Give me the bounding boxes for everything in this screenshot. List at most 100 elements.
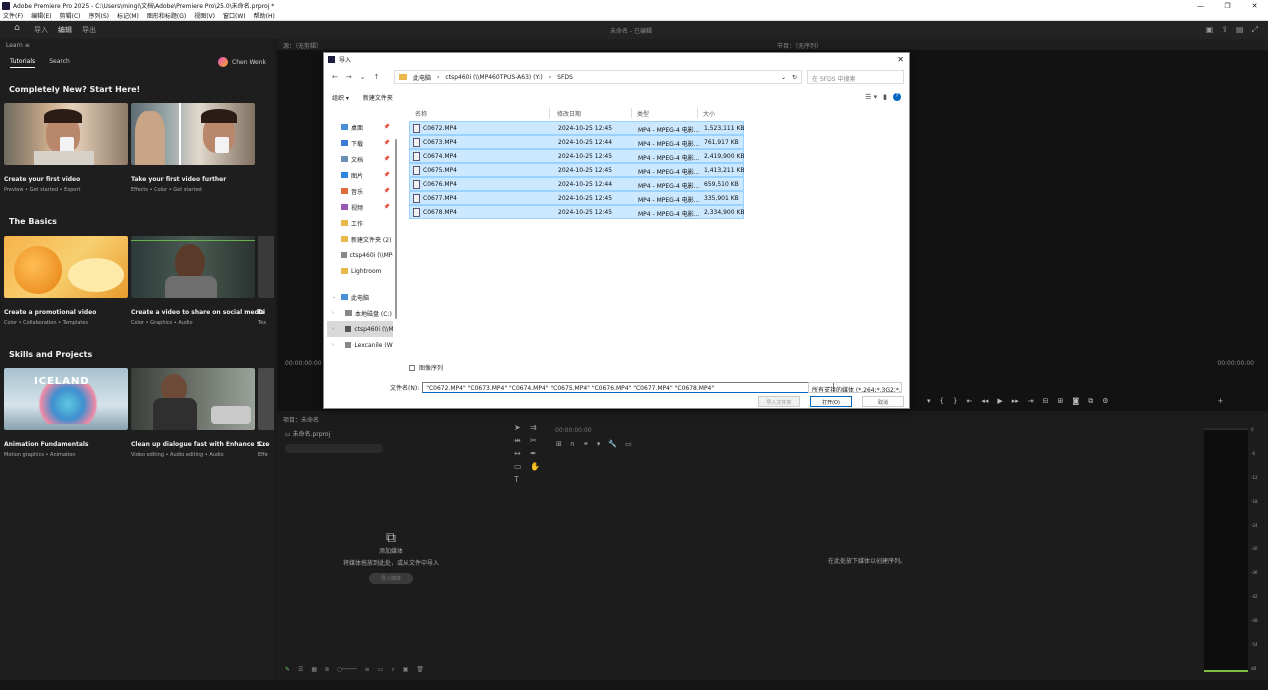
chevron-down-icon[interactable]: ⌄ [332, 294, 336, 300]
program-timecode[interactable]: 00:00:00:00 [1217, 360, 1254, 367]
hand-tool-icon[interactable]: ✋ [530, 462, 542, 471]
quick-export-icon[interactable]: ▤ [1236, 25, 1244, 35]
play-icon[interactable]: ▶ [997, 397, 1002, 406]
menu-view[interactable]: 视图(V) [194, 11, 215, 20]
tutorial-card[interactable]: Cre Effe [258, 368, 274, 458]
camera-icon[interactable]: ◙ [1072, 397, 1079, 406]
zoom-slider[interactable]: ○──── [337, 666, 357, 674]
file-row[interactable]: C0677.MP4 2024-10-25 12:45 MP4 - MPEG-4 电影… [409, 191, 744, 205]
dialog-search-input[interactable]: 在 SFDS 中搜索 [807, 70, 904, 84]
menu-sequence[interactable]: 序列(S) [89, 11, 110, 20]
close-icon[interactable]: ✕ [897, 55, 904, 64]
menu-edit[interactable]: 编辑(E) [31, 11, 51, 20]
file-row[interactable]: C0676.MP4 2024-10-25 12:44 MP4 - MPEG-4 电影… [409, 177, 744, 191]
sidebar-location[interactable]: 下载 📌 [327, 135, 393, 151]
rectangle-tool-icon[interactable]: ▭ [514, 462, 526, 471]
icon-view-icon[interactable]: ▦ [311, 666, 317, 674]
sidebar-location[interactable]: 工作 [327, 215, 393, 231]
maximize-button[interactable]: ❐ [1214, 2, 1241, 10]
find-icon[interactable]: ⌕ [391, 666, 394, 674]
sidebar-location[interactable]: 桌面 📌 [327, 119, 393, 135]
trash-icon[interactable]: 🗑 [416, 666, 424, 674]
extract-icon[interactable]: ⊞ [1058, 397, 1064, 406]
new-folder-button[interactable]: 新建文件夹 [363, 93, 393, 102]
tab-export[interactable]: 导出 [82, 25, 96, 35]
pin-icon[interactable]: 📌 [384, 124, 390, 130]
marker-icon[interactable]: ▾ [927, 397, 931, 406]
new-item-icon[interactable]: ▣ [403, 666, 409, 674]
captions-icon[interactable]: ▭ [625, 440, 632, 448]
sidebar-location[interactable]: 音乐 📌 [327, 183, 393, 199]
help-icon[interactable]: ? [893, 93, 901, 101]
file-row[interactable]: C0673.MP4 2024-10-25 12:44 MP4 - MPEG-4 电影… [409, 135, 744, 149]
menu-help[interactable]: 帮助(H) [254, 11, 275, 20]
new-bin-icon[interactable]: ▭ [378, 666, 384, 674]
preview-pane-icon[interactable]: ▮ [883, 93, 887, 101]
pin-icon[interactable]: 📌 [384, 188, 390, 194]
up-icon[interactable]: ↑ [374, 73, 380, 81]
cancel-button[interactable]: 取消 [862, 396, 904, 407]
menu-file[interactable]: 文件(F) [3, 11, 23, 20]
share-icon[interactable]: ⇪ [1221, 25, 1228, 35]
pencil-icon[interactable]: ✎ [285, 666, 290, 674]
sidebar-location[interactable]: 视频 📌 [327, 199, 393, 215]
menu-window[interactable]: 窗口(W) [223, 11, 246, 20]
go-to-in-icon[interactable]: ⇤ [966, 397, 972, 406]
column-size[interactable]: 大小 [703, 109, 715, 118]
file-type-select[interactable]: 所有支持的媒体 (*.264;*.3G2;*. [808, 382, 902, 393]
close-window-button[interactable]: ✕ [1241, 2, 1268, 10]
program-monitor-title[interactable]: 节目：（无序列） [777, 41, 822, 50]
sidebar-location[interactable]: Lightroom [327, 263, 393, 279]
home-icon[interactable]: ⌂ [10, 23, 24, 37]
pin-icon[interactable]: 📌 [384, 204, 390, 210]
open-button[interactable]: 打开(O) [810, 396, 852, 407]
tab-import[interactable]: 导入 [34, 25, 48, 35]
linked-selection-icon[interactable]: ⚭ [583, 440, 589, 448]
pin-icon[interactable]: 📌 [384, 156, 390, 162]
tab-edit[interactable]: 编辑 [58, 25, 72, 35]
menu-markers[interactable]: 标记(M) [117, 11, 139, 20]
tutorial-card[interactable]: Create a promotional video Color • Colla… [4, 236, 128, 326]
file-row[interactable]: C0675.MP4 2024-10-25 12:45 MP4 - MPEG-4 电影… [409, 163, 745, 177]
minimize-button[interactable]: — [1187, 2, 1214, 10]
breadcrumb-this-pc[interactable]: 此电脑 [413, 73, 431, 82]
project-search-input[interactable] [285, 444, 383, 453]
view-menu-icon[interactable]: ☰ ▾ [865, 93, 877, 101]
lift-icon[interactable]: ⊟ [1043, 397, 1049, 406]
image-sequence-option[interactable]: 图像序列 [409, 363, 443, 372]
sidebar-location[interactable]: ctsp460i (\\MP460 [327, 247, 393, 263]
refresh-icon[interactable]: ↻ [792, 74, 797, 81]
file-row[interactable]: C0674.MP4 2024-10-25 12:45 MP4 - MPEG-4 电影… [409, 149, 745, 163]
out-point-icon[interactable]: } [953, 397, 957, 406]
recent-locations-icon[interactable]: ⌄ [360, 73, 366, 81]
menu-graphics[interactable]: 图形和标题(G) [147, 11, 186, 20]
source-monitor-title[interactable]: 源：（无剪辑） [283, 43, 322, 50]
sidebar-location[interactable]: ⌄ 此电脑 [327, 289, 393, 305]
selection-tool-icon[interactable]: ➤ [514, 423, 526, 432]
column-type[interactable]: 类型 [637, 109, 649, 118]
type-tool-icon[interactable]: T [514, 475, 526, 484]
sidebar-scrollbar[interactable] [394, 119, 398, 359]
tab-tutorials[interactable]: Tutorials [10, 58, 36, 68]
compare-icon[interactable]: ⧉ [1088, 397, 1093, 406]
menu-clip[interactable]: 剪辑(C) [60, 11, 81, 20]
nest-icon[interactable]: ⊞ [556, 440, 562, 448]
step-back-icon[interactable]: ◂◂ [981, 397, 988, 406]
address-bar[interactable]: 此电脑 › ctsp460i (\\MP460TPUS-A63) (Y:) › … [394, 70, 802, 84]
sidebar-location[interactable]: 文档 📌 [327, 151, 393, 167]
file-row[interactable]: C0678.MP4 2024-10-25 12:45 MP4 - MPEG-4 电影… [409, 205, 745, 219]
snap-icon[interactable]: ∩ [570, 440, 575, 448]
add-button-icon[interactable]: + [1217, 397, 1223, 406]
fullscreen-icon[interactable]: ⤢ [1252, 25, 1258, 35]
tutorial-card[interactable]: Create a video to share on social media … [131, 236, 265, 326]
ripple-edit-icon[interactable]: ⇹ [514, 436, 526, 445]
tutorial-card[interactable]: Take your first video further Effects • … [131, 103, 255, 193]
back-icon[interactable]: ← [332, 73, 338, 81]
tutorial-card[interactable]: Clean up dialogue fast with Enhance S...… [131, 368, 268, 458]
chevron-right-icon[interactable]: › [332, 326, 334, 332]
user-profile[interactable]: Chen Wenk [218, 57, 266, 67]
pen-tool-icon[interactable]: ✒ [530, 449, 542, 458]
wrench-icon[interactable]: 🔧 [608, 440, 617, 448]
chevron-right-icon[interactable]: › [332, 310, 334, 316]
list-view-icon[interactable]: ☰ [298, 666, 303, 674]
